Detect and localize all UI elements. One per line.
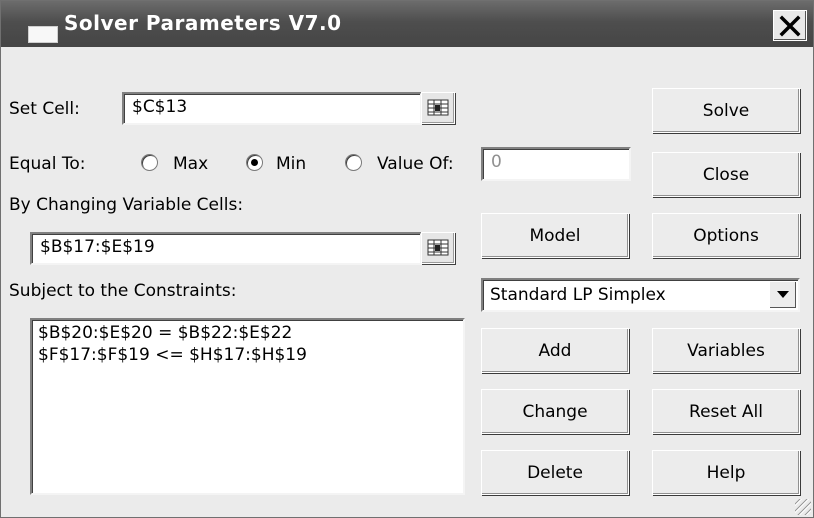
- equal-to-label: Equal To:: [9, 154, 86, 174]
- value-of-radio[interactable]: [345, 154, 362, 171]
- max-radio[interactable]: [141, 154, 158, 171]
- resize-grip[interactable]: [795, 499, 811, 515]
- engine-select-value: Standard LP Simplex: [490, 285, 666, 305]
- close-window-button[interactable]: [773, 10, 807, 41]
- changing-cells-range-picker[interactable]: [421, 232, 455, 264]
- close-button[interactable]: Close: [652, 152, 800, 197]
- engine-select[interactable]: Standard LP Simplex: [481, 278, 800, 312]
- min-label: Min: [276, 154, 307, 174]
- options-button[interactable]: Options: [652, 213, 800, 258]
- change-button[interactable]: Change: [481, 389, 629, 434]
- solve-button[interactable]: Solve: [652, 88, 800, 133]
- max-label: Max: [173, 154, 209, 174]
- solver-dialog: Solver Parameters V7.0 Set Cell: $C$13 E…: [0, 0, 814, 518]
- title-bar[interactable]: Solver Parameters V7.0: [1, 1, 813, 47]
- constraints-list[interactable]: $B$20:$E$20 = $B$22:$E$22 $F$17:$F$19 <=…: [30, 318, 465, 495]
- set-cell-label: Set Cell:: [9, 99, 80, 119]
- help-button[interactable]: Help: [652, 450, 800, 495]
- list-item[interactable]: $B$20:$E$20 = $B$22:$E$22: [38, 322, 463, 344]
- delete-button[interactable]: Delete: [481, 450, 629, 495]
- engine-dropdown-button[interactable]: [769, 281, 797, 309]
- set-cell-range-picker[interactable]: [421, 92, 455, 124]
- range-picker-icon: [427, 239, 449, 256]
- window-title: Solver Parameters V7.0: [64, 11, 342, 35]
- changing-cells-input[interactable]: $B$17:$E$19: [30, 232, 422, 265]
- value-of-input[interactable]: 0: [481, 147, 631, 181]
- reset-all-button[interactable]: Reset All: [652, 389, 800, 434]
- min-radio[interactable]: [246, 154, 263, 171]
- close-icon: [779, 15, 801, 36]
- chevron-down-icon: [777, 291, 789, 298]
- list-item[interactable]: $F$17:$F$19 <= $H$17:$H$19: [38, 344, 463, 366]
- add-button[interactable]: Add: [481, 328, 629, 373]
- value-of-label: Value Of:: [377, 154, 454, 174]
- variables-button[interactable]: Variables: [652, 328, 800, 373]
- changing-cells-label: By Changing Variable Cells:: [9, 195, 244, 215]
- model-button[interactable]: Model: [481, 213, 629, 258]
- range-picker-icon: [427, 99, 449, 116]
- set-cell-input[interactable]: $C$13: [122, 92, 422, 125]
- constraints-label: Subject to the Constraints:: [9, 281, 237, 301]
- window-icon: [28, 26, 58, 43]
